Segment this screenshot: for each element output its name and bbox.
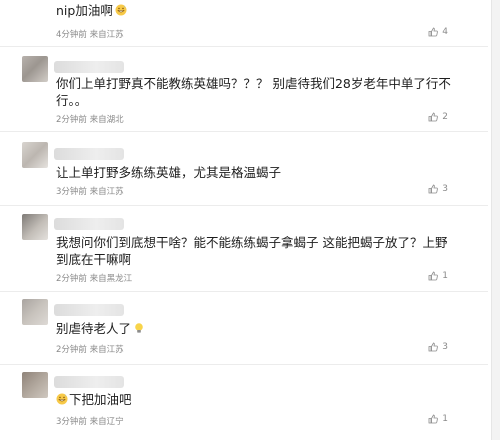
username-blurred[interactable] [54,61,124,73]
comment-item: 别虐待老人了 2分钟前 来自江苏 3 [0,292,488,362]
thumbs-up-icon [428,414,439,424]
username-blurred[interactable] [54,218,124,230]
username-blurred[interactable] [54,376,124,388]
comment-text: 让上单打野多练练英雄，尤其是格温蝎子 [56,165,282,180]
comment-meta: 2分钟前 来自江苏 [56,345,124,355]
comment-item: 你们上单打野真不能教练英雄吗？？？ 别虐待我们28岁老年中单了行不行。。 2分钟… [0,47,488,129]
like-count: 1 [442,414,448,424]
avatar[interactable] [22,142,48,168]
comment-meta: 4分钟前 来自江苏 [56,30,124,40]
like-button[interactable]: 4 [428,27,448,37]
comment-text-content: 别虐待老人了 [56,321,132,336]
thumbs-up-icon [428,27,439,37]
username-blurred[interactable] [54,148,124,160]
comment-meta: 3分钟前 来自江苏 [56,187,124,197]
comment-meta: 3分钟前 来自辽宁 [56,417,124,427]
comment-item: nip加油啊 4分钟前 来自江苏 4 [0,0,488,46]
like-count: 1 [442,271,448,281]
grinning-sweat-emoji-icon [115,4,127,16]
thumbs-up-icon [428,271,439,281]
comment-text-content: 下把加油吧 [69,392,132,407]
thumbs-up-icon [428,184,439,194]
comment-text-content: nip加油啊 [56,3,113,18]
comment-item: 让上单打野多练练英雄，尤其是格温蝎子 3分钟前 来自江苏 3 [0,132,488,204]
like-count: 4 [442,27,448,37]
grinning-sweat-emoji-icon [56,393,68,405]
like-button[interactable]: 3 [428,184,448,194]
like-button[interactable]: 2 [428,112,448,122]
like-button[interactable]: 1 [428,414,448,424]
comment-meta: 2分钟前 来自湖北 [56,115,124,125]
username-blurred[interactable] [54,304,124,316]
comment-text: 下把加油吧 [56,391,458,408]
like-button[interactable]: 1 [428,271,448,281]
comment-text: 别虐待老人了 [56,320,458,337]
like-count: 3 [442,342,448,352]
comment-text: nip加油啊 [56,2,458,19]
comment-item: 下把加油吧 3分钟前 来自辽宁 1 [0,365,488,440]
like-button[interactable]: 3 [428,342,448,352]
right-scroll-edge [491,0,500,440]
avatar[interactable] [22,299,48,325]
lightbulb-emoji-icon [135,323,143,333]
comment-item: 我想问你们到底想干啥？能不能练练蝎子拿蝎子 这能把蝎子放了？上野到底在干嘛啊 2… [0,206,488,292]
avatar[interactable] [22,372,48,398]
comment-text: 你们上单打野真不能教练英雄吗？？？ 别虐待我们28岁老年中单了行不行。。 [56,76,451,108]
like-count: 3 [442,184,448,194]
comment-text: 我想问你们到底想干啥？能不能练练蝎子拿蝎子 这能把蝎子放了？上野到底在干嘛啊 [56,235,448,267]
thumbs-up-icon [428,112,439,122]
comment-meta: 2分钟前 来自黑龙江 [56,274,133,284]
avatar[interactable] [22,56,48,82]
like-count: 2 [442,112,448,122]
avatar[interactable] [22,214,48,240]
thumbs-up-icon [428,342,439,352]
